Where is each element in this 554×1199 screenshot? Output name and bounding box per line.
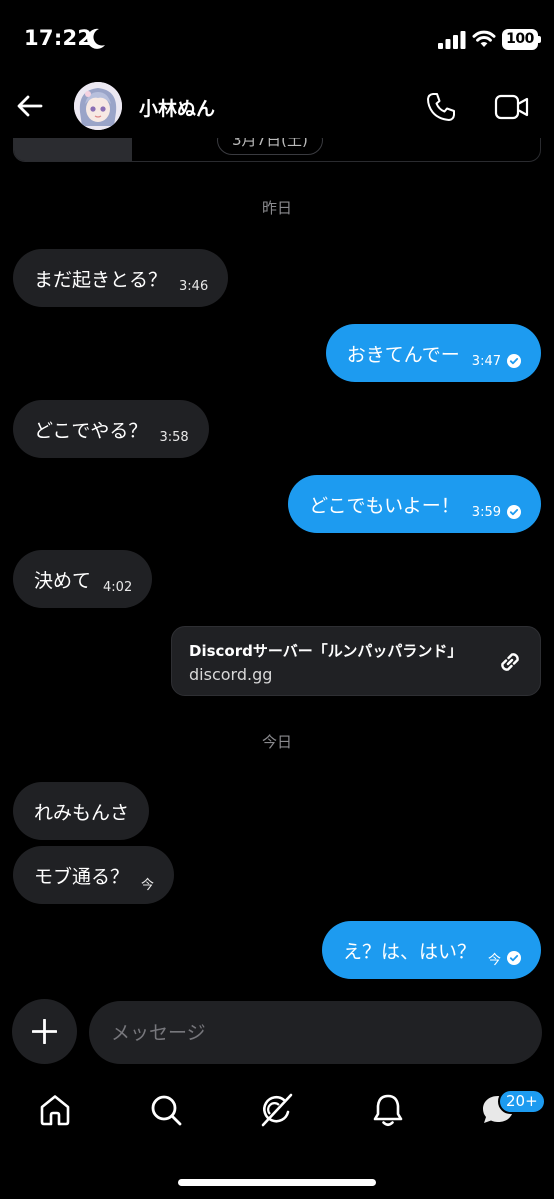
- messages-badge: 20+: [498, 1089, 546, 1114]
- back-arrow-icon[interactable]: [14, 90, 46, 122]
- status-time: 17:22: [24, 26, 93, 50]
- message-text: 決めて: [34, 569, 92, 592]
- message-time: 3:47: [471, 353, 501, 369]
- home-indicator: [178, 1179, 376, 1186]
- message-time: 今: [487, 952, 501, 968]
- add-attachment-button[interactable]: [12, 999, 77, 1064]
- wifi-icon: [472, 30, 496, 47]
- signal-icon: [438, 31, 466, 49]
- avatar[interactable]: [74, 82, 122, 130]
- read-check-icon: [507, 354, 521, 368]
- message-bubble[interactable]: モブ通る？ 今: [13, 846, 175, 904]
- message-text: まだ起きとる？: [34, 268, 168, 291]
- link-icon: [501, 653, 519, 671]
- battery-nub: [538, 36, 541, 43]
- read-check-icon: [507, 951, 521, 965]
- battery-indicator: 100: [502, 29, 538, 50]
- search-icon[interactable]: [148, 1092, 184, 1128]
- link-title: Discordサーバー「ルンパッパランド」: [189, 642, 463, 660]
- message-bubble[interactable]: え？は、はい？ 今: [321, 921, 541, 979]
- grok-icon[interactable]: [258, 1092, 294, 1128]
- message-bubble[interactable]: 決めて 4:02: [13, 550, 153, 608]
- message-bubble[interactable]: おきてんでー 3:47: [325, 324, 541, 382]
- moon-icon: [87, 28, 105, 49]
- day-separator: 昨日: [261, 199, 292, 217]
- conversation-header: 小林ぬん: [0, 78, 554, 138]
- message-bubble[interactable]: どこでやる？ 3:58: [13, 400, 209, 458]
- message-time: 3:59: [471, 504, 501, 520]
- plus-icon: [32, 1019, 57, 1044]
- message-text: れみもんさ: [34, 801, 130, 824]
- contact-name[interactable]: 小林ぬん: [139, 94, 215, 121]
- message-time: 今: [141, 877, 155, 893]
- message-time: 4:02: [103, 579, 133, 595]
- message-time: 3:58: [159, 429, 189, 445]
- notifications-icon[interactable]: [370, 1092, 406, 1128]
- message-text: どこでやる？: [34, 419, 148, 442]
- home-icon[interactable]: [37, 1092, 73, 1128]
- day-separator: 今日: [261, 733, 292, 751]
- read-check-icon: [507, 505, 521, 519]
- video-call-icon[interactable]: [494, 92, 530, 122]
- message-bubble[interactable]: れみもんさ: [13, 782, 150, 840]
- message-text: おきてんでー: [346, 343, 460, 366]
- link-preview-card[interactable]: Discordサーバー「ルンパッパランド」 discord.gg: [171, 626, 541, 696]
- link-domain: discord.gg: [189, 665, 273, 684]
- status-bar: 17:22 100: [0, 0, 554, 80]
- message-bubble[interactable]: どこでもいよー！ 3:59: [288, 475, 541, 533]
- phone-icon[interactable]: [424, 90, 458, 124]
- message-text: モブ通る？: [34, 865, 130, 888]
- message-text: どこでもいよー！: [309, 494, 460, 517]
- message-input[interactable]: [89, 1001, 542, 1064]
- message-bubble[interactable]: まだ起きとる？ 3:46: [13, 249, 229, 307]
- message-time: 3:46: [179, 278, 209, 294]
- message-text: え？は、はい？: [342, 940, 476, 963]
